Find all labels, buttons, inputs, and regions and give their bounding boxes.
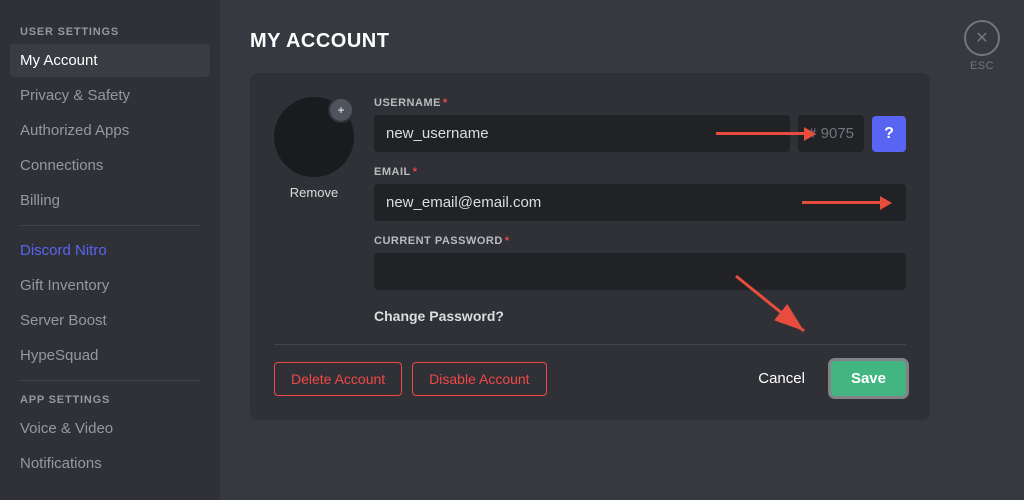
user-settings-label: USER SETTINGS — [10, 20, 210, 42]
sidebar-item-my-account[interactable]: My Account — [10, 44, 210, 77]
email-field-group: EMAIL* — [374, 166, 906, 221]
sidebar-item-hypesquad[interactable]: HypeSquad — [10, 339, 210, 372]
username-field-group: USERNAME* # 9075 ? — [374, 97, 906, 152]
card-footer: Delete Account Disable Account Cancel Sa… — [274, 344, 906, 396]
sidebar-divider-2 — [20, 380, 200, 381]
sidebar-item-voice-video[interactable]: Voice & Video — [10, 412, 210, 445]
sidebar: USER SETTINGS My Account Privacy & Safet… — [0, 0, 220, 500]
sidebar-item-privacy-safety[interactable]: Privacy & Safety — [10, 79, 210, 112]
email-input-row — [374, 184, 906, 221]
avatar-row: + Remove USERNAME* # 9075 ? — [274, 97, 906, 324]
footer-right: Cancel Save — [742, 361, 906, 396]
page-title: MY ACCOUNT — [250, 30, 994, 53]
cancel-button[interactable]: Cancel — [742, 362, 821, 395]
sidebar-item-notifications[interactable]: Notifications — [10, 447, 210, 480]
avatar-remove-label[interactable]: Remove — [290, 185, 338, 200]
footer-left: Delete Account Disable Account — [274, 362, 547, 396]
sidebar-item-server-boost[interactable]: Server Boost — [10, 304, 210, 337]
password-label: CURRENT PASSWORD* — [374, 235, 906, 247]
change-password-link[interactable]: Change Password? — [374, 308, 906, 324]
password-field-group: CURRENT PASSWORD* — [374, 235, 906, 290]
sidebar-item-authorized-apps[interactable]: Authorized Apps — [10, 114, 210, 147]
username-input-row: # 9075 ? — [374, 115, 906, 152]
app-settings-label: APP SETTINGS — [10, 388, 210, 410]
sidebar-item-billing[interactable]: Billing — [10, 184, 210, 217]
discriminator: # 9075 — [798, 115, 864, 152]
avatar-wrapper: + — [274, 97, 354, 177]
sidebar-item-gift-inventory[interactable]: Gift Inventory — [10, 269, 210, 302]
avatar-container: + Remove — [274, 97, 354, 200]
form-fields: USERNAME* # 9075 ? — [374, 97, 906, 324]
email-label: EMAIL* — [374, 166, 906, 178]
esc-label: ESC — [970, 60, 994, 72]
avatar-edit-button[interactable]: + — [328, 97, 354, 123]
help-button[interactable]: ? — [872, 116, 906, 152]
disable-account-button[interactable]: Disable Account — [412, 362, 546, 396]
main-content: MY ACCOUNT ✕ ESC + Remove USERNAME* — [220, 0, 1024, 500]
sidebar-divider — [20, 225, 200, 226]
esc-button[interactable]: ✕ ESC — [964, 20, 1000, 72]
username-input[interactable] — [374, 115, 790, 152]
sidebar-item-connections[interactable]: Connections — [10, 149, 210, 182]
username-label: USERNAME* — [374, 97, 906, 109]
save-button[interactable]: Save — [831, 361, 906, 396]
sidebar-item-discord-nitro[interactable]: Discord Nitro — [10, 234, 210, 267]
email-input[interactable] — [374, 184, 906, 221]
password-input[interactable] — [374, 253, 906, 290]
account-card: + Remove USERNAME* # 9075 ? — [250, 73, 930, 420]
close-icon[interactable]: ✕ — [964, 20, 1000, 56]
delete-account-button[interactable]: Delete Account — [274, 362, 402, 396]
